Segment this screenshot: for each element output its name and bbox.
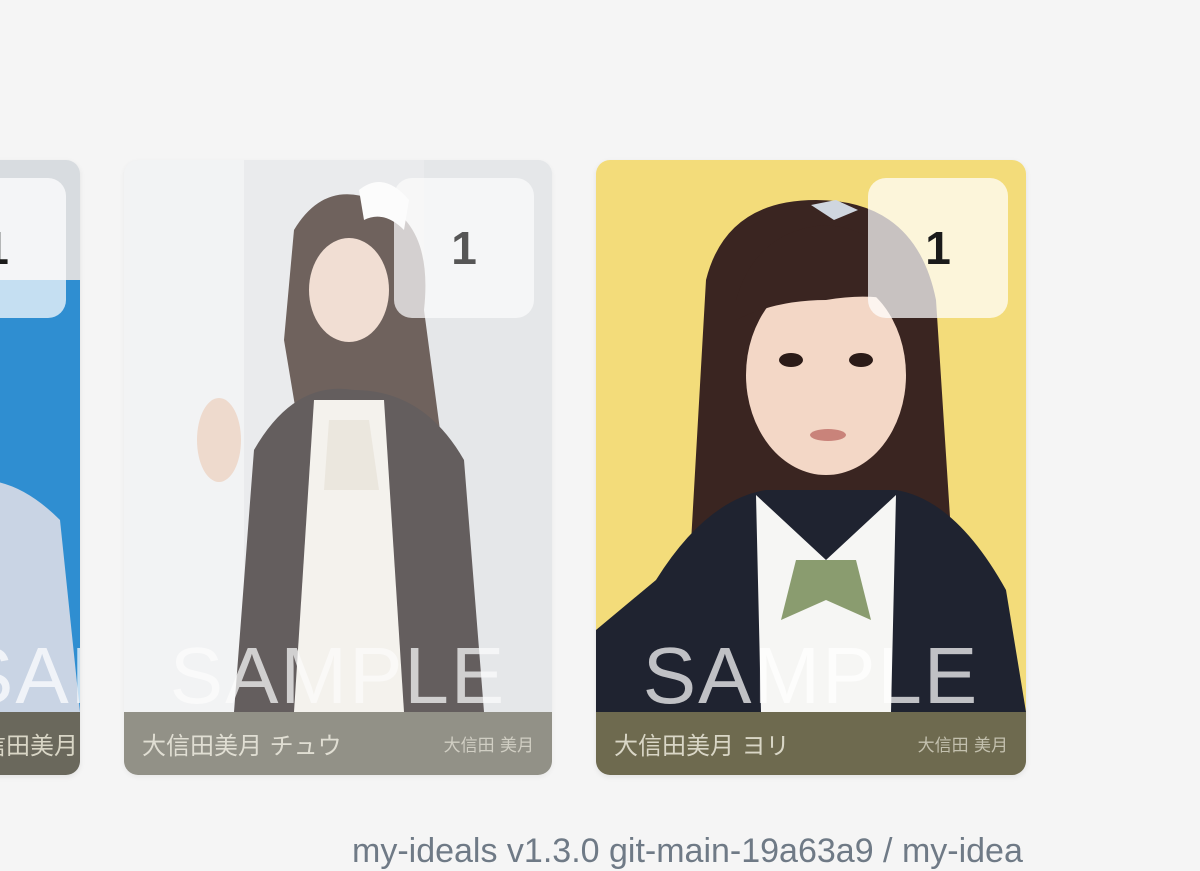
card-caption: 大信田美月 チュウ 大信田 美月 bbox=[124, 712, 552, 775]
caption-signature: 大信田 美月 bbox=[443, 736, 534, 756]
version-footer: my-ideals v1.3.0 git-main-19a63a9 / my-i… bbox=[352, 832, 1023, 870]
caption-title: 大信田美月 bbox=[0, 732, 78, 760]
photo-card-partial[interactable]: 1 SAMPLE 大信田美月 bbox=[0, 160, 80, 775]
quantity-badge: 1 bbox=[0, 178, 66, 318]
photo-card-yori[interactable]: 1 SAMPLE 大信田美月 ヨリ 大信田 美月 bbox=[596, 160, 1026, 775]
photo-card-chuu[interactable]: 1 SAMPLE 大信田美月 チュウ 大信田 美月 bbox=[124, 160, 552, 775]
caption-title: 大信田美月 チュウ bbox=[142, 732, 342, 760]
sample-watermark: SAMPLE bbox=[642, 631, 980, 720]
sample-watermark: SAMPLE bbox=[0, 631, 80, 720]
card-caption: 大信田美月 bbox=[0, 712, 80, 775]
quantity-badge: 1 bbox=[868, 178, 1008, 318]
quantity-badge: 1 bbox=[394, 178, 534, 318]
card-caption: 大信田美月 ヨリ 大信田 美月 bbox=[596, 712, 1026, 775]
caption-title: 大信田美月 ヨリ bbox=[614, 732, 790, 760]
sample-watermark: SAMPLE bbox=[169, 631, 507, 720]
caption-signature: 大信田 美月 bbox=[917, 736, 1008, 756]
